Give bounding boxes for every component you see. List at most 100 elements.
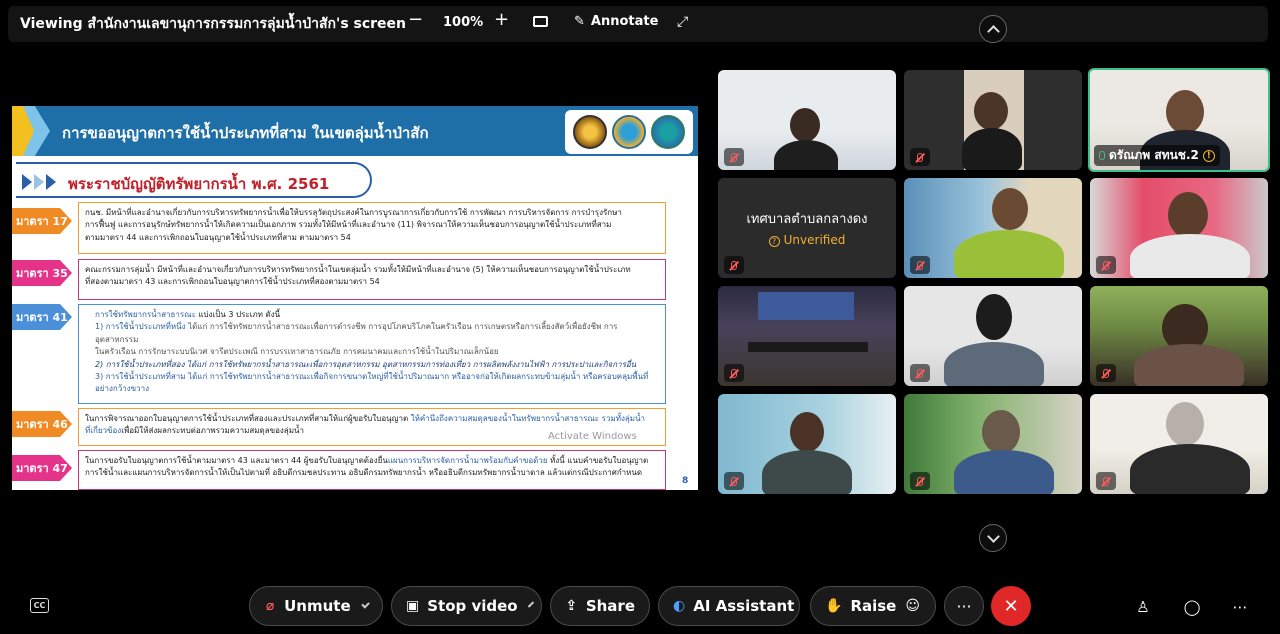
ai-assistant-button[interactable]: ◐ AI Assistant: [658, 586, 800, 626]
raise-hand-button[interactable]: ✋ Raise ☺: [810, 586, 936, 626]
slide-page-number: 8: [682, 476, 689, 486]
zoom-out-button[interactable]: −: [408, 9, 423, 30]
section-line: ที่สองตามมาตรา 43 และการเพิกถอนใบอนุญาตก…: [85, 277, 380, 287]
hand-icon: ✋: [825, 598, 843, 614]
chat-icon[interactable]: ◯: [1181, 596, 1203, 618]
participant-tile[interactable]: [904, 286, 1082, 386]
section-heading: แบ่งเป็น 3 ประเภท ดังนี้: [195, 310, 281, 319]
leave-meeting-button[interactable]: ✕: [991, 586, 1031, 626]
unverified-badge: ? Unverified: [718, 233, 896, 247]
participant-tile[interactable]: เทศบาลตำบลกลางดง ? Unverified: [718, 178, 896, 278]
muted-mic-icon: [910, 472, 930, 490]
participant-body: [962, 128, 1022, 170]
participant-tile[interactable]: [904, 394, 1082, 494]
water-resources-logo: [650, 115, 685, 149]
water-agency-logo: [611, 115, 646, 149]
scroll-down-button[interactable]: [979, 524, 1007, 552]
section-text: ในการขอรับใบอนุญาตการใช้น้ำตามมาตรา 43 แ…: [85, 456, 388, 465]
participant-tile[interactable]: [1090, 178, 1268, 278]
section-line: การใช้น้ำและแผนการบริหารจัดการน้ำให้เป็น…: [85, 468, 643, 478]
section-tag: มาตรา 41: [12, 304, 72, 330]
muted-mic-icon: [910, 256, 930, 274]
slide-title: การขออนุญาตการใช้น้ำประเภทที่สาม ในเขตลุ…: [62, 124, 429, 142]
section-line: คณะกรรมการลุ่มน้ำ มีหน้าที่และอำนาจเกี่ย…: [85, 265, 631, 274]
participant-name: เทศบาลตำบลกลางดง: [746, 212, 868, 227]
banner-arrows-icon: [22, 174, 56, 190]
cohost-icon: !: [1202, 149, 1215, 162]
ai-assistant-label: AI Assistant: [693, 597, 795, 615]
participant-name-label: ดรัณภพ สทนช.2 !: [1094, 145, 1220, 166]
sharing-title: Viewing สำนักงานเลขานุการกรรมการลุ่มน้ำป…: [20, 16, 407, 32]
participant-head: [974, 92, 1008, 130]
top-bar: Viewing สำนักงานเลขานุการกรรมการลุ่มน้ำป…: [0, 0, 1280, 50]
section-tag: มาตรา 47: [12, 455, 72, 481]
participant-tile[interactable]: [718, 70, 896, 170]
section-line: 3) การใช้น้ำประเภทที่สาม ได้แก่ การใช้ทร…: [85, 371, 659, 383]
section-tag: มาตรา 35: [12, 260, 72, 286]
participant-tile-active[interactable]: ดรัณภพ สทนช.2 !: [1088, 68, 1270, 172]
participant-body: [762, 450, 852, 494]
section-line: ในการพิจารณาออกใบอนุญาตการใช้น้ำประเภทที…: [85, 413, 659, 425]
muted-mic-icon: [724, 472, 744, 490]
more-panels-icon[interactable]: ⋯: [1229, 596, 1251, 618]
participant-tile[interactable]: [718, 286, 896, 386]
section-line: กนช. มีหน้าที่และอำนาจเกี่ยวกับการบริหาร…: [85, 208, 622, 217]
zoom-level[interactable]: 100%: [443, 15, 483, 30]
shared-screen: การขออนุญาตการใช้น้ำประเภทที่สาม ในเขตลุ…: [12, 106, 698, 490]
chevron-down-icon: [986, 529, 1000, 543]
participant-tile[interactable]: [904, 178, 1082, 278]
scroll-up-button[interactable]: [979, 15, 1007, 43]
view-mode-icon[interactable]: [533, 16, 548, 27]
participant-body: [1130, 234, 1250, 278]
participant-head: [1166, 402, 1204, 446]
unmute-button[interactable]: ⌀ Unmute: [249, 586, 383, 626]
logo-group: [565, 110, 693, 154]
more-options-button[interactable]: ···: [944, 586, 984, 626]
section-box: คณะกรรมการลุ่มน้ำ มีหน้าที่และอำนาจเกี่ย…: [78, 259, 666, 300]
annotate-button[interactable]: ✎ Annotate: [574, 14, 658, 29]
section-box: กนช. มีหน้าที่และอำนาจเกี่ยวกับการบริหาร…: [78, 202, 666, 254]
fullscreen-icon[interactable]: ⤢: [677, 14, 688, 30]
chevron-down-icon[interactable]: [360, 599, 370, 609]
participant-tile[interactable]: [718, 394, 896, 494]
participant-head: [976, 294, 1012, 340]
act-title: พระราชบัญญัติทรัพยากรน้ำ พ.ศ. 2561: [68, 175, 330, 193]
section-item: 1) การใช้น้ำประเภทที่หนึ่ง: [95, 322, 189, 332]
section-line: อย่างกว้างขวาง: [95, 384, 149, 394]
participant-tile[interactable]: [1090, 394, 1268, 494]
muted-mic-icon: [1096, 256, 1116, 274]
section-line: 2) การใช้น้ำประเภทที่สอง ได้แก่ การใช้ทร…: [95, 359, 637, 369]
chevron-down-icon[interactable]: [527, 600, 534, 608]
section-line: ตามมาตรา 44 และการเพิกถอนใบอนุญาตใช้น้ำป…: [85, 232, 351, 242]
participants-icon[interactable]: ♙: [1132, 596, 1154, 618]
participant-tile[interactable]: [1090, 286, 1268, 386]
pen-icon: ✎: [574, 14, 585, 29]
section-text: เพื่อมิให้ส่งผลกระทบต่อภาพรวมความสมดุลขอ…: [121, 426, 304, 436]
section-item: 3) การใช้น้ำประเภทที่สาม: [95, 371, 189, 381]
participant-head: [1168, 192, 1208, 238]
section-line: การฟื้นฟู และการอนุรักษ์ทรัพยากรน้ำให้เก…: [85, 220, 612, 230]
raise-label: Raise: [850, 597, 897, 615]
zoom-in-button[interactable]: +: [494, 9, 509, 30]
section-text: ทั้งนี้ แนบคำขอรับใบอนุญาต: [547, 456, 649, 465]
unverified-label: Unverified: [783, 233, 846, 247]
captions-icon[interactable]: CC: [30, 598, 49, 613]
info-icon: ?: [768, 236, 780, 247]
room-screen: [758, 292, 854, 320]
participant-head: [790, 412, 824, 452]
slide-header: การขออนุญาตการใช้น้ำประเภทที่สาม ในเขตลุ…: [12, 106, 698, 156]
section-box: การใช้ทรัพยากรน้ำสาธารณะ แบ่งเป็น 3 ประเ…: [78, 304, 666, 404]
participant-tile[interactable]: [904, 70, 1082, 170]
reactions-icon[interactable]: ☺: [904, 597, 921, 615]
participant-head: [790, 108, 820, 142]
muted-mic-icon: [724, 364, 744, 382]
participant-body: [1134, 344, 1244, 386]
section-text: ในการพิจารณาออกใบอนุญาตการใช้น้ำประเภทที…: [85, 414, 411, 423]
section-line: ในครัวเรือน การรักษาระบบนิเวศ จารีตประเพ…: [95, 347, 499, 357]
share-button[interactable]: ⇪ Share: [550, 586, 650, 626]
participant-body: [944, 342, 1044, 386]
section-tag: มาตรา 46: [12, 411, 72, 437]
mic-muted-icon: ⌀: [265, 598, 275, 614]
section-tag: มาตรา 17: [12, 208, 72, 234]
stop-video-button[interactable]: ▣ Stop video: [391, 586, 542, 626]
